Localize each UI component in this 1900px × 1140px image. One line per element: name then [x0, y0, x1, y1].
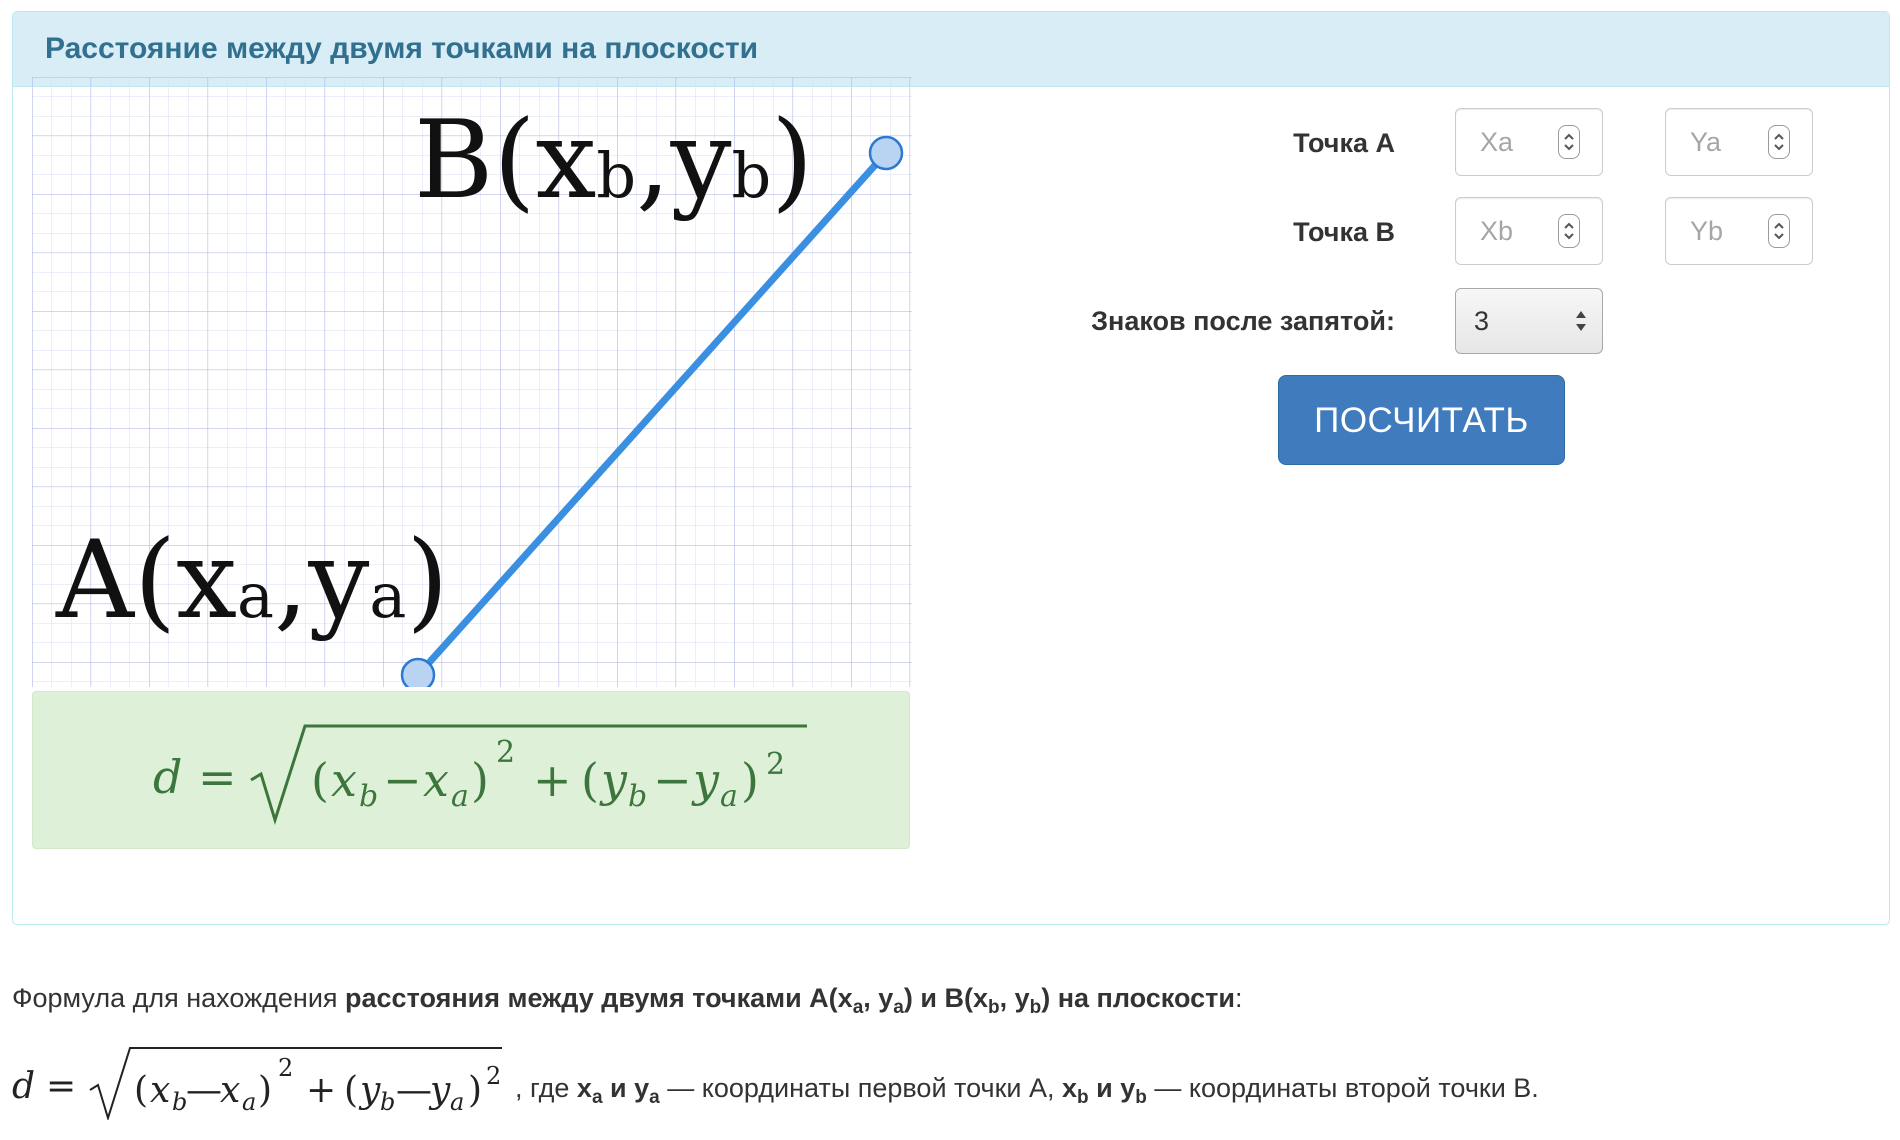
decimals-select[interactable]: 3 [1455, 288, 1603, 354]
spinner-arrows-icon [1774, 133, 1784, 151]
calculate-button[interactable]: ПОСЧИТАТЬ [1278, 375, 1565, 465]
svg-text:2: 2 [496, 735, 515, 770]
formula-explanation: , где xa и ya — координаты первой точки … [515, 1073, 1539, 1108]
intro-bold: расстояния между двумя точками A(xa, ya)… [345, 983, 1235, 1018]
distance-formula: d = ( x b − x a ) 2 + ( y b − y a ) 2 [153, 724, 807, 826]
svg-text:—: — [396, 1070, 432, 1111]
svg-text:x: x [150, 1070, 170, 1111]
yb-input[interactable]: Yb [1665, 197, 1813, 265]
distance-illustration: B(xb,yb) A(xa,ya) [32, 77, 912, 687]
svg-text:(: ( [344, 1070, 358, 1111]
xa-placeholder: Xa [1480, 127, 1514, 157]
svg-text:(: ( [311, 753, 329, 807]
svg-text:+: + [306, 1070, 336, 1111]
xb-placeholder: Xb [1480, 216, 1514, 246]
svg-text:a: a [720, 779, 738, 814]
panel-heading: Расстояние между двумя точками на плоско… [13, 12, 1889, 87]
point-b-label-text: Точка B [1293, 217, 1395, 247]
yb-spinner[interactable] [1768, 214, 1790, 248]
svg-text:): ) [258, 1070, 272, 1111]
svg-text:b: b [628, 779, 647, 814]
svg-text:(: ( [134, 1070, 148, 1111]
svg-text:2: 2 [486, 1062, 501, 1090]
svg-text:y: y [358, 1070, 381, 1111]
point-a-marker [400, 657, 436, 687]
svg-text:—: — [186, 1070, 222, 1111]
point-a-label-text: Точка A [1293, 128, 1395, 158]
svg-text:+: + [533, 753, 572, 807]
spinner-arrows-icon [1564, 133, 1574, 151]
svg-text:2: 2 [278, 1054, 293, 1082]
ya-placeholder: Ya [1690, 127, 1722, 157]
svg-text:b: b [380, 1088, 395, 1116]
yb-placeholder: Yb [1690, 216, 1724, 246]
svg-text:a: a [242, 1088, 256, 1116]
svg-text:x: x [423, 753, 449, 807]
panel-title: Расстояние между двумя точками на плоско… [45, 32, 759, 65]
xb-spinner[interactable] [1558, 214, 1580, 248]
svg-text:d: d [153, 750, 182, 804]
spinner-arrows-icon [1564, 222, 1574, 240]
svg-text:x: x [331, 753, 357, 807]
svg-text:y: y [599, 753, 628, 807]
inline-distance-formula: d = ( x b — x a ) 2 + ( y b — y a ) 2 [12, 1047, 502, 1120]
svg-text:d: d [12, 1066, 35, 1107]
xa-spinner[interactable] [1558, 125, 1580, 159]
svg-text:): ) [471, 753, 489, 807]
spinner-arrows-icon [1774, 222, 1784, 240]
svg-text:=: = [46, 1066, 76, 1107]
select-arrows-icon [1576, 311, 1586, 331]
grid-diagram: B(xb,yb) A(xa,ya) [32, 77, 912, 687]
svg-text:y: y [428, 1070, 451, 1111]
ya-input[interactable]: Ya [1665, 108, 1813, 176]
decimals-label: Знаков после запятой: [1091, 306, 1395, 336]
svg-text:−: − [383, 753, 422, 807]
formula-description: Формула для нахождения расстояния между … [12, 983, 1243, 1018]
svg-text:=: = [198, 750, 237, 804]
point-b-marker [868, 135, 904, 171]
decimals-value: 3 [1474, 306, 1490, 336]
svg-text:(: ( [581, 753, 599, 807]
xb-input[interactable]: Xb [1455, 197, 1603, 265]
svg-text:a: a [451, 779, 469, 814]
ya-spinner[interactable] [1768, 125, 1790, 159]
svg-text:): ) [741, 753, 759, 807]
svg-text:2: 2 [766, 747, 785, 782]
formula-box: d = ( x b − x a ) 2 + ( y b − y a ) 2 [32, 691, 910, 849]
svg-text:a: a [450, 1088, 464, 1116]
svg-text:y: y [691, 753, 720, 807]
svg-text:−: − [653, 753, 692, 807]
svg-text:x: x [220, 1070, 240, 1111]
svg-text:): ) [468, 1070, 482, 1111]
svg-text:b: b [359, 779, 378, 814]
xa-input[interactable]: Xa [1455, 108, 1603, 176]
